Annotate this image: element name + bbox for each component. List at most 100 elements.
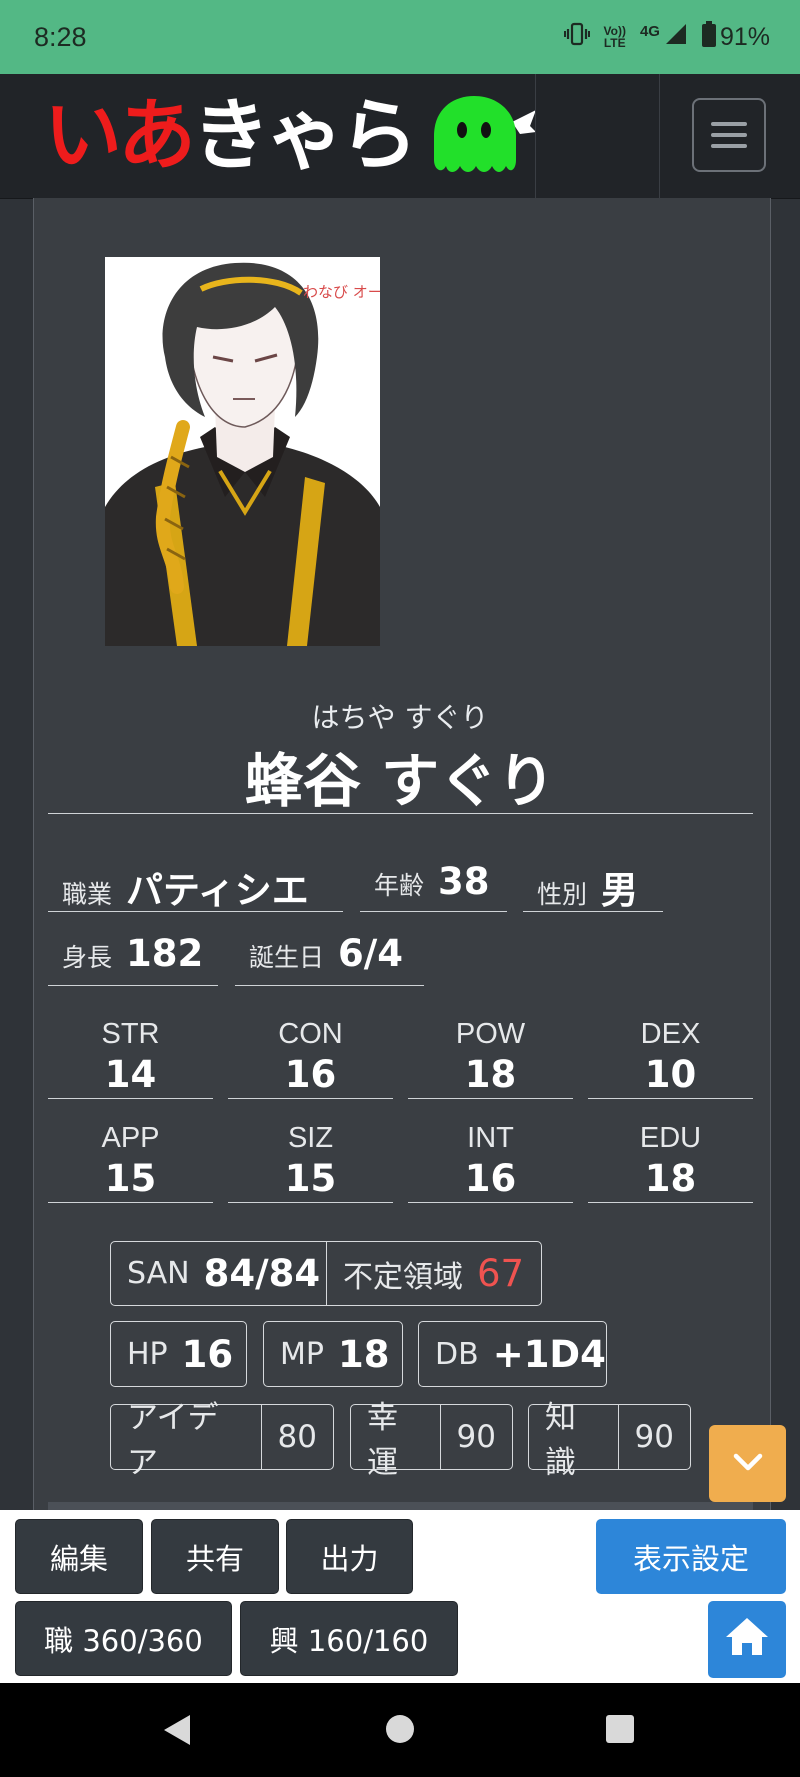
- stat-value: 14: [104, 1053, 157, 1096]
- battery-icon: [701, 20, 716, 54]
- height-label: 身長: [62, 943, 113, 972]
- knowledge-box: 知識 90: [528, 1400, 691, 1481]
- db-value: +1D4: [492, 1332, 606, 1376]
- occupation-label: 職業: [62, 880, 113, 909]
- stat-dex: DEX 10: [588, 1016, 753, 1099]
- back-icon[interactable]: [160, 1713, 194, 1751]
- stat-label: CON: [278, 1018, 343, 1050]
- hp-label: HP: [127, 1336, 168, 1372]
- mp-segment: MP 18: [264, 1322, 405, 1386]
- edit-button[interactable]: 編集: [15, 1519, 143, 1594]
- birthday-label: 誕生日: [249, 943, 325, 972]
- luck-label: 幸運: [367, 1400, 398, 1481]
- stat-value: 18: [464, 1053, 517, 1096]
- idea-value: 80: [277, 1419, 317, 1455]
- indefinite-segment: 不定領域 67: [326, 1242, 540, 1305]
- stat-label: STR: [101, 1018, 160, 1050]
- db-label: DB: [435, 1336, 479, 1372]
- character-name: 蜂谷 すぐり: [244, 747, 556, 815]
- stat-pow: POW 18: [408, 1016, 573, 1099]
- luck-value: 90: [456, 1419, 496, 1455]
- status-time: 8:28: [34, 21, 87, 52]
- occupation-field: 職業 パティシエ: [48, 860, 343, 912]
- knowledge-value-segment: 90: [617, 1405, 690, 1469]
- birthday-value: 6/4: [338, 932, 404, 975]
- mp-box: MP 18: [263, 1321, 403, 1387]
- mp-label: MP: [280, 1336, 324, 1372]
- logo-text-red: いあ: [44, 91, 196, 181]
- stat-app: APP 15: [48, 1120, 213, 1203]
- stat-label: EDU: [639, 1122, 702, 1154]
- stat-int: INT 16: [408, 1120, 573, 1203]
- stat-label: INT: [467, 1122, 514, 1154]
- recents-square-icon[interactable]: [606, 1715, 634, 1747]
- stat-value: 15: [284, 1157, 337, 1200]
- idea-segment: アイデア: [111, 1400, 261, 1481]
- hamburger-icon-bar: [711, 122, 747, 126]
- db-box: DB +1D4: [418, 1321, 607, 1387]
- mp-value: 18: [337, 1332, 390, 1376]
- logo-text-white: きゃら: [192, 91, 418, 181]
- san-label: SAN: [127, 1256, 190, 1291]
- character-portrait[interactable]: わなび オーナー(館): [105, 257, 380, 646]
- indefinite-value: 67: [477, 1252, 525, 1295]
- hamburger-menu-button[interactable]: [692, 98, 766, 172]
- output-button[interactable]: 出力: [286, 1519, 413, 1594]
- gender-field: 性別 男: [523, 860, 663, 912]
- hp-box: HP 16: [110, 1321, 247, 1387]
- scroll-down-button[interactable]: [709, 1425, 786, 1502]
- age-field: 年齢 38: [360, 860, 507, 912]
- san-box: SAN 84/84 不定領域 67: [110, 1241, 542, 1306]
- volte-indicator: Vo)) LTE: [604, 25, 626, 49]
- bottom-toolbar: 編集 共有 出力 表示設定 職 360/360 興 160/160: [0, 1510, 800, 1683]
- san-segment: SAN 84/84: [111, 1242, 326, 1305]
- birthday-field: 誕生日 6/4: [235, 932, 424, 986]
- stat-con: CON 16: [228, 1016, 393, 1099]
- interest-points-button[interactable]: 興 160/160: [240, 1601, 458, 1676]
- knowledge-segment: 知識: [529, 1400, 618, 1481]
- stat-siz: SIZ 15: [228, 1120, 393, 1203]
- hp-segment: HP 16: [111, 1322, 249, 1386]
- mascot-ghost-icon: [428, 92, 538, 180]
- system-navigation-bar: [0, 1683, 800, 1777]
- hamburger-icon-bar: [711, 144, 747, 148]
- chevron-down-icon: [732, 1452, 764, 1476]
- stat-value: 16: [284, 1053, 337, 1096]
- stat-label: POW: [455, 1018, 526, 1050]
- stat-label: SIZ: [287, 1122, 334, 1154]
- volte-bottom: LTE: [603, 36, 626, 50]
- display-settings-button[interactable]: 表示設定: [596, 1519, 786, 1594]
- san-value: 84/84: [203, 1252, 321, 1295]
- home-button[interactable]: [708, 1601, 786, 1678]
- signal-icon: [664, 22, 688, 53]
- home-icon: [724, 1615, 770, 1664]
- occupation-value: パティシエ: [126, 869, 309, 912]
- gender-value: 男: [601, 869, 639, 912]
- luck-segment: 幸運: [351, 1400, 440, 1481]
- name-underline: [48, 813, 753, 814]
- job-points-button[interactable]: 職 360/360: [15, 1601, 232, 1676]
- stat-value: 15: [104, 1157, 157, 1200]
- idea-label: アイデア: [127, 1400, 219, 1481]
- character-name-ruby: はちや すぐり: [311, 701, 489, 734]
- stat-value: 10: [644, 1053, 697, 1096]
- vibrate-icon: [563, 22, 590, 53]
- battery-indicator: 91%: [701, 20, 770, 54]
- site-logo[interactable]: いあ きゃら: [44, 94, 538, 178]
- panel-next-section: [48, 1502, 753, 1510]
- home-circle-icon[interactable]: [385, 1714, 415, 1748]
- hamburger-icon-bar: [711, 133, 747, 137]
- age-label: 年齢: [374, 871, 425, 900]
- battery-percent: 91%: [719, 22, 770, 51]
- stat-value: 16: [464, 1157, 517, 1200]
- network-type: 4G: [639, 22, 660, 40]
- luck-value-segment: 90: [439, 1405, 512, 1469]
- stat-str: STR 14: [48, 1016, 213, 1099]
- hp-value: 16: [181, 1332, 234, 1376]
- share-button[interactable]: 共有: [151, 1519, 279, 1594]
- indefinite-label: 不定領域: [343, 1259, 463, 1295]
- knowledge-value: 90: [634, 1419, 674, 1455]
- age-value: 38: [438, 860, 490, 903]
- header-divider: [659, 74, 660, 198]
- height-field: 身長 182: [48, 932, 218, 986]
